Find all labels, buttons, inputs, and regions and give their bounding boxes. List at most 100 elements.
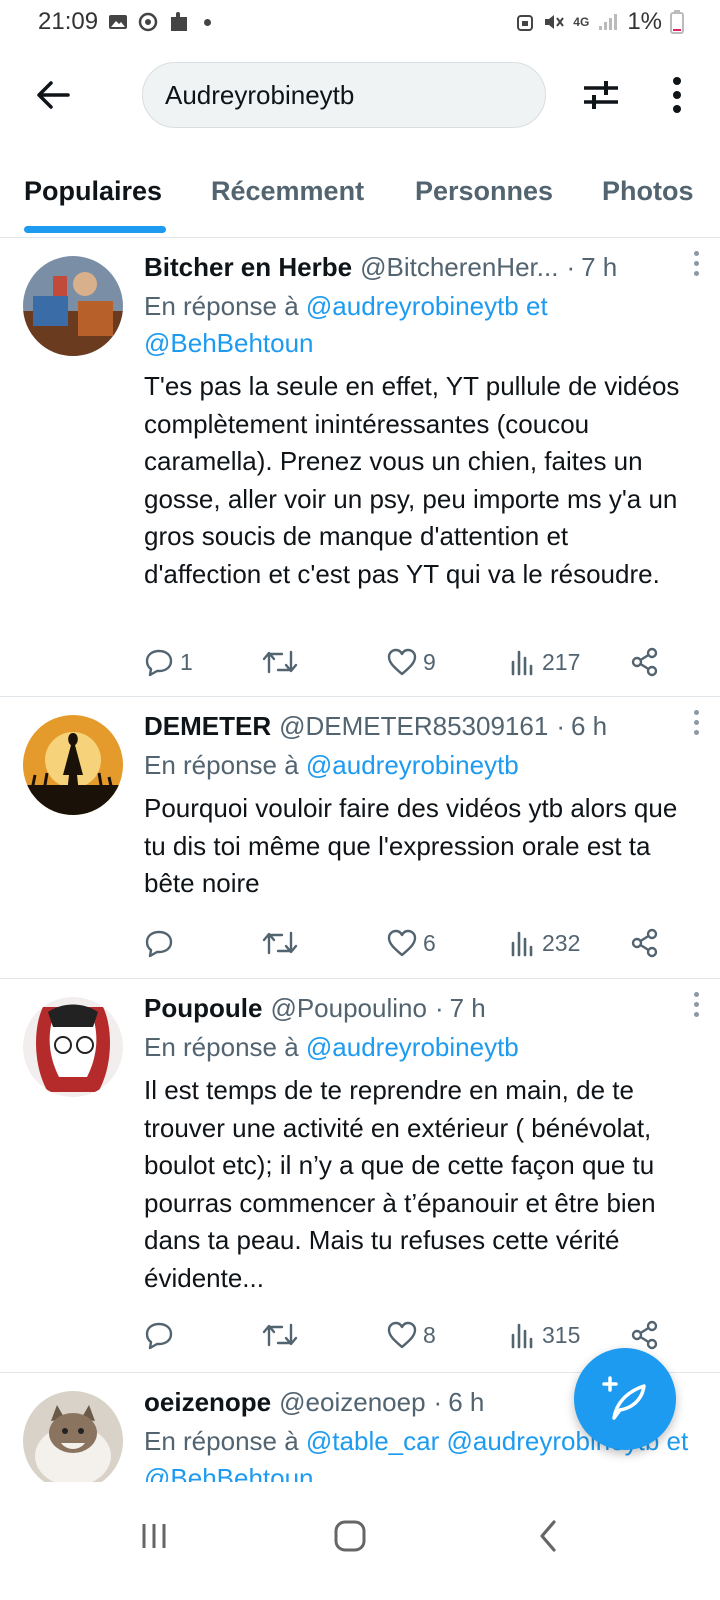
system-back-button[interactable] <box>518 1506 578 1566</box>
author-name[interactable]: oeizenope <box>144 1383 271 1421</box>
home-icon <box>334 1520 366 1552</box>
share-button[interactable] <box>630 1320 660 1350</box>
battery-icon <box>670 10 684 34</box>
share-button[interactable] <box>630 928 660 958</box>
heart-icon <box>387 929 417 957</box>
tweet-item[interactable]: Poupoule @Poupoulino · 7 h En réponse à … <box>0 979 720 1373</box>
alarm-icon <box>517 15 534 31</box>
reply-icon <box>145 649 173 677</box>
separator: · <box>434 993 444 1023</box>
avatar-image <box>23 715 123 815</box>
avatar[interactable] <box>23 1391 123 1482</box>
retweet-button[interactable] <box>262 648 298 676</box>
author-name[interactable]: DEMETER <box>144 707 271 745</box>
avatar[interactable] <box>23 256 123 356</box>
reply-prefix: En réponse à <box>144 291 299 321</box>
author-handle[interactable]: @Poupoulino <box>270 989 427 1027</box>
timestamp[interactable]: 6 h <box>571 707 607 745</box>
reply-context: En réponse à @audreyrobineytb <box>144 1029 692 1066</box>
system-navigation-bar <box>0 1482 720 1600</box>
sliders-icon <box>584 81 618 109</box>
sync-notification-icon <box>138 12 158 32</box>
tweet-menu-button[interactable] <box>686 248 706 278</box>
tab-recemment[interactable]: Récemment <box>211 176 364 207</box>
share-icon <box>631 1320 658 1350</box>
like-count: 8 <box>423 1321 436 1348</box>
reply-prefix: En réponse à <box>144 1426 299 1456</box>
author-handle[interactable]: @eoizenoep <box>279 1383 425 1421</box>
view-count: 232 <box>542 929 581 956</box>
compose-tweet-button[interactable] <box>574 1348 676 1450</box>
reply-icon <box>145 930 173 958</box>
tweet-item[interactable]: DEMETER @DEMETER85309161 · 6 h En répons… <box>0 697 720 979</box>
views-button[interactable]: 232 <box>510 929 580 957</box>
avatar[interactable] <box>23 715 123 815</box>
like-count: 6 <box>423 929 436 956</box>
active-tab-indicator <box>24 226 166 233</box>
share-button[interactable] <box>630 647 660 677</box>
search-header: Audreyrobineytb <box>0 50 720 140</box>
more-options-button[interactable] <box>652 70 702 120</box>
retweet-button[interactable] <box>262 929 298 957</box>
like-button[interactable]: 9 <box>387 648 436 676</box>
puzzle-notification-icon <box>171 12 188 31</box>
avatar-image <box>23 1391 123 1482</box>
view-count: 315 <box>542 1321 581 1348</box>
share-icon <box>631 928 658 958</box>
tweet-text: Il est temps de te reprendre en main, de… <box>144 1075 656 1293</box>
reply-prefix: En réponse à <box>144 750 299 780</box>
avatar-image <box>23 997 123 1097</box>
reply-button[interactable] <box>144 928 180 958</box>
reply-icon <box>145 1322 173 1350</box>
author-name[interactable]: Bitcher en Herbe <box>144 248 352 286</box>
back-button[interactable] <box>28 70 78 120</box>
status-time: 21:09 <box>38 8 99 35</box>
timestamp[interactable]: 7 h <box>581 248 617 286</box>
signal-icon <box>599 14 618 30</box>
retweet-icon <box>262 931 298 955</box>
reply-button[interactable]: 1 <box>144 647 193 677</box>
reply-context: En réponse à @audreyrobineytb <box>144 747 692 784</box>
view-count: 217 <box>542 648 581 675</box>
author-handle[interactable]: @DEMETER85309161 <box>279 707 548 745</box>
search-tabs: Populaires Récemment Personnes Photos <box>0 160 720 238</box>
avatar[interactable] <box>23 997 123 1097</box>
analytics-icon <box>511 1323 533 1349</box>
reply-count: 1 <box>180 648 193 675</box>
recent-apps-button[interactable] <box>124 1506 184 1566</box>
separator: · <box>433 1387 443 1417</box>
like-button[interactable]: 6 <box>387 929 436 957</box>
heart-icon <box>387 648 417 676</box>
home-button[interactable] <box>320 1506 380 1566</box>
timestamp[interactable]: 7 h <box>450 989 486 1027</box>
retweet-icon <box>262 1323 298 1347</box>
like-button[interactable]: 8 <box>387 1321 436 1349</box>
views-button[interactable]: 315 <box>510 1321 580 1349</box>
tab-populaires[interactable]: Populaires <box>24 176 162 207</box>
vertical-dots-icon <box>673 77 681 113</box>
timestamp[interactable]: 6 h <box>448 1383 484 1421</box>
search-filter-button[interactable] <box>576 70 626 120</box>
reply-button[interactable] <box>144 1320 180 1350</box>
search-query: Audreyrobineytb <box>165 79 355 110</box>
network-label: 4G <box>573 15 590 29</box>
heart-icon <box>387 1321 417 1349</box>
reply-mentions[interactable]: @audreyrobineytb <box>306 750 519 780</box>
author-name[interactable]: Poupoule <box>144 989 262 1027</box>
analytics-icon <box>511 650 533 676</box>
search-input[interactable]: Audreyrobineytb <box>142 62 546 128</box>
tweet-menu-button[interactable] <box>686 989 706 1019</box>
reply-mentions[interactable]: @audreyrobineytb <box>306 1032 519 1062</box>
retweet-button[interactable] <box>262 1321 298 1349</box>
tweet-text: Pourquoi vouloir faire des vidéos ytb al… <box>144 793 678 898</box>
chevron-left-icon <box>540 1520 556 1552</box>
like-count: 9 <box>423 648 436 675</box>
tweet-item[interactable]: Bitcher en Herbe @BitcherenHer... · 7 h … <box>0 238 720 697</box>
tweet-menu-button[interactable] <box>686 707 706 737</box>
arrow-left-icon <box>37 81 70 109</box>
views-button[interactable]: 217 <box>510 648 580 676</box>
author-handle[interactable]: @BitcherenHer... <box>360 248 558 286</box>
tab-personnes[interactable]: Personnes <box>415 176 553 207</box>
recent-apps-icon <box>142 1524 166 1548</box>
tab-photos[interactable]: Photos <box>602 176 694 207</box>
